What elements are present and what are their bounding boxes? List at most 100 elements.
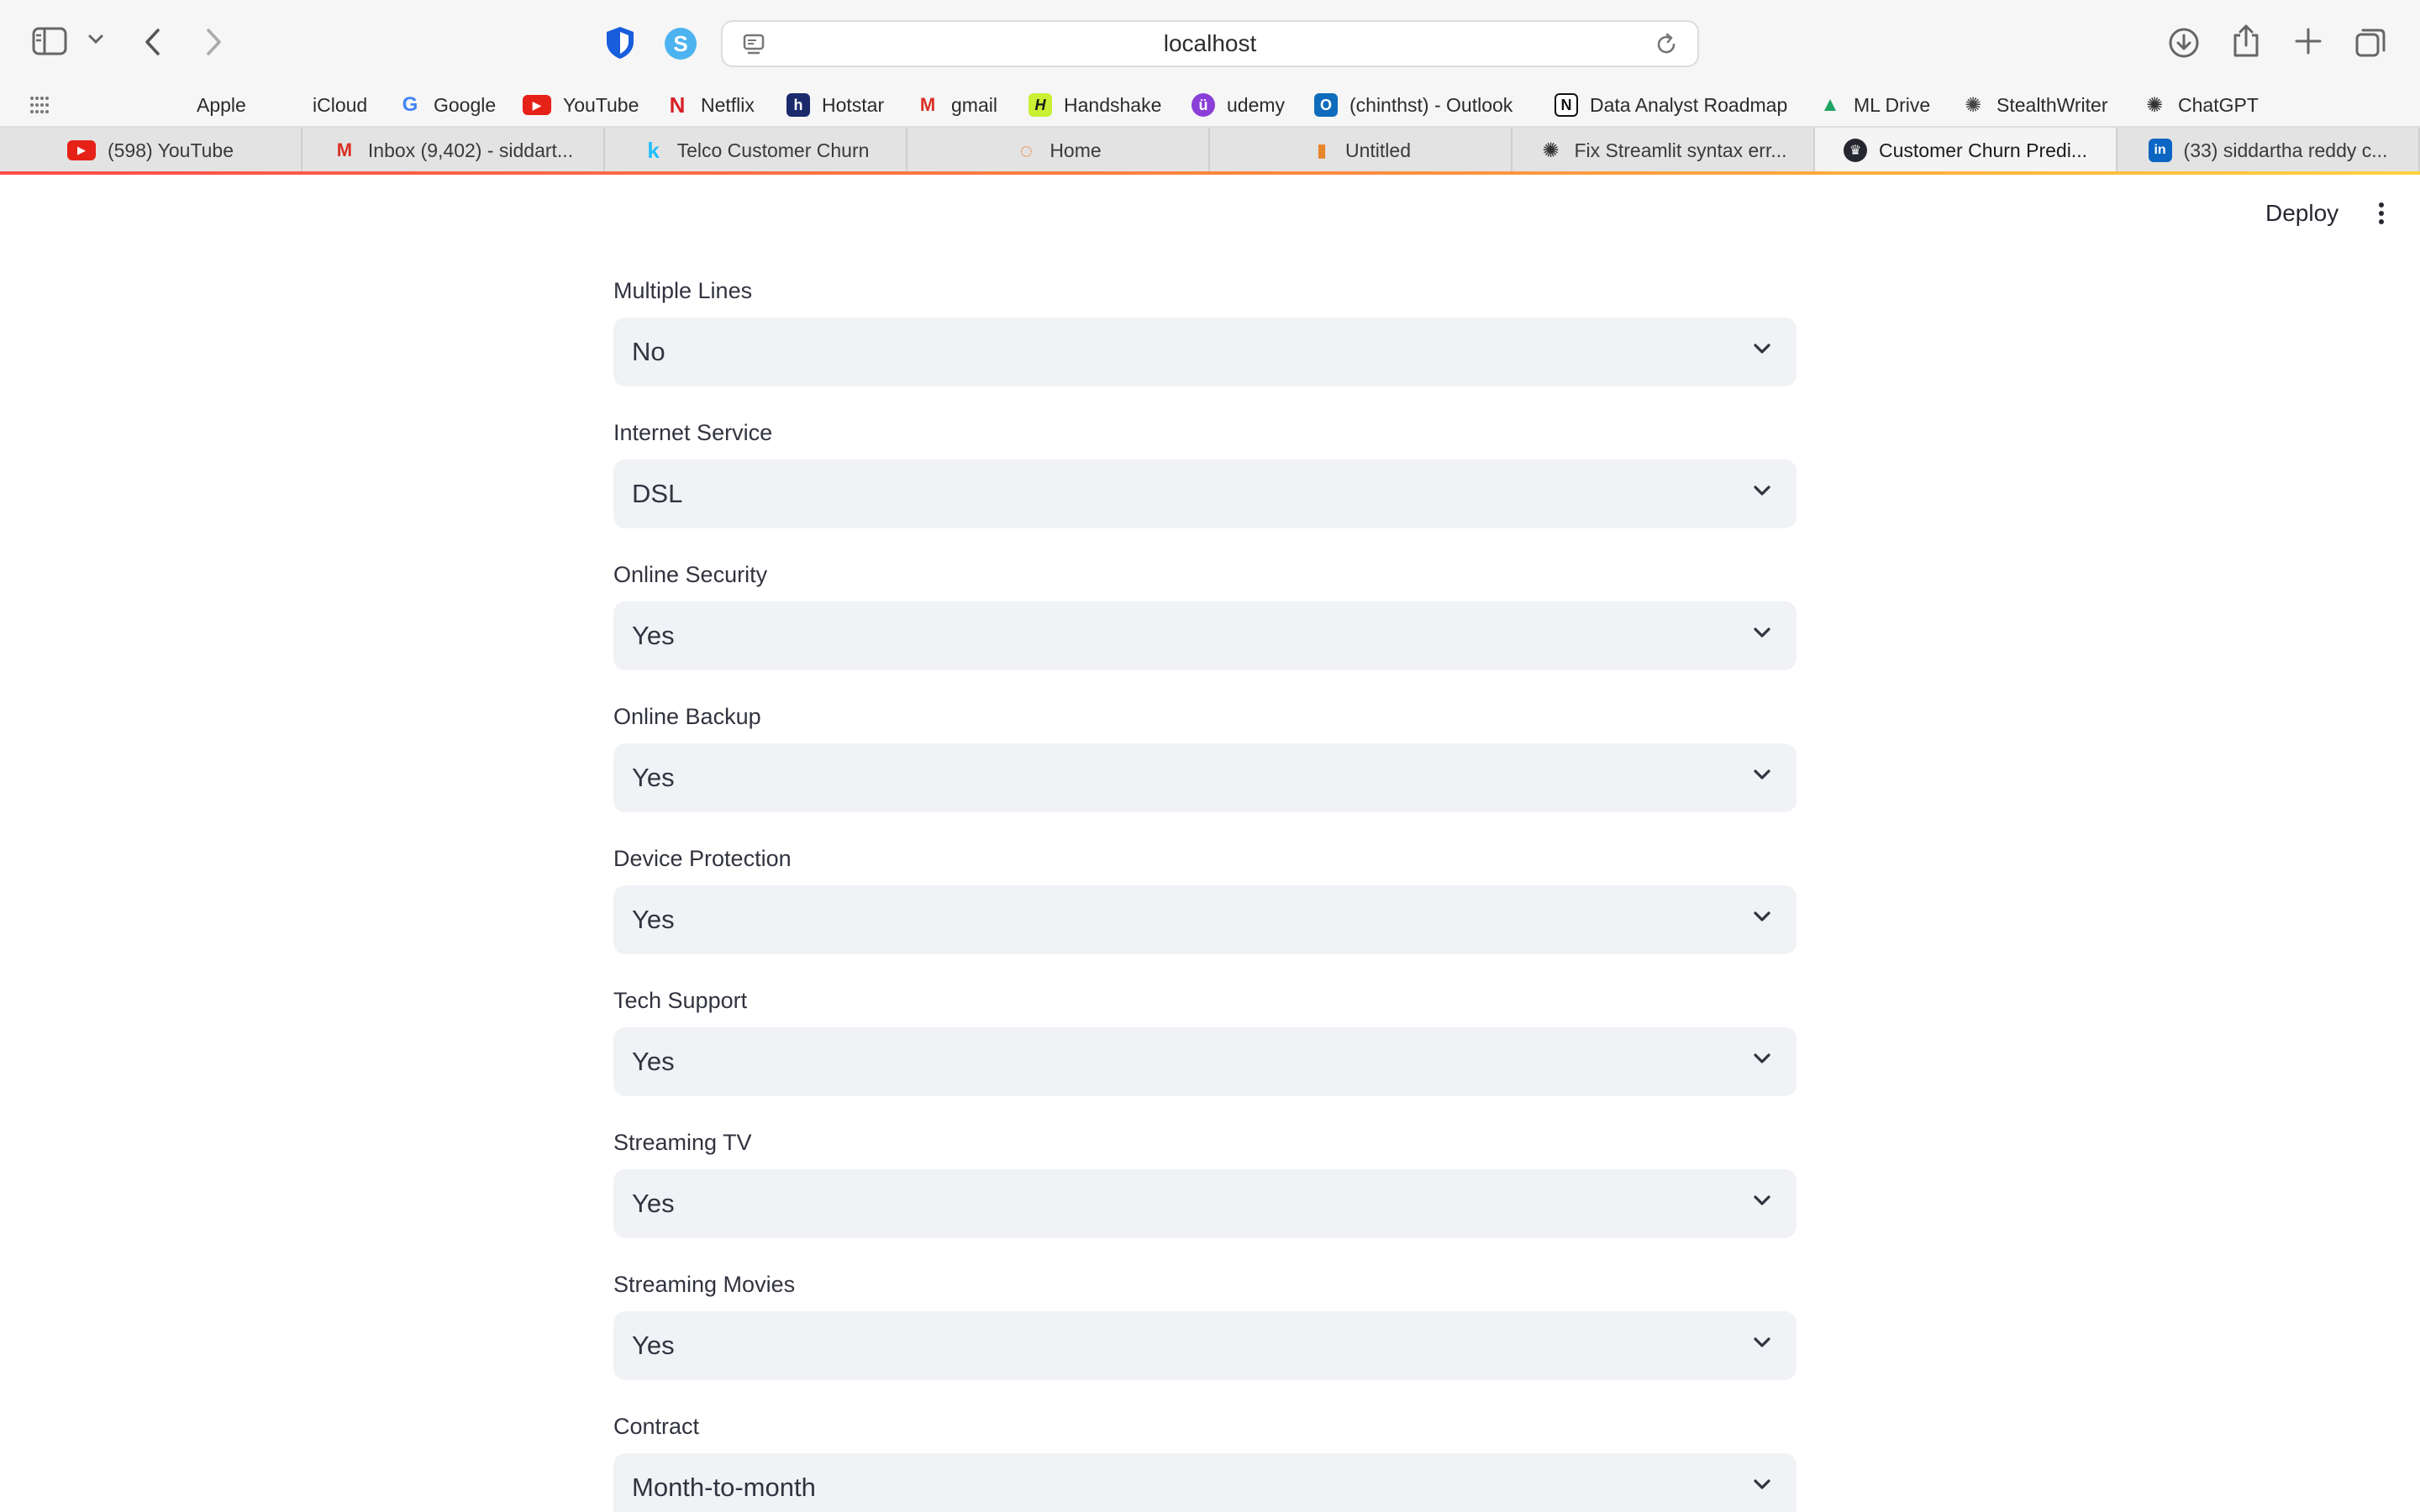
chevron-down-icon	[1754, 1337, 1770, 1347]
field-label: Streaming Movies	[613, 1272, 796, 1297]
address-bar[interactable]: localhost	[721, 20, 1699, 67]
bookmark-stealthwriter[interactable]: ✺ StealthWriter	[1961, 84, 2108, 126]
kaggle-icon: k	[647, 137, 660, 163]
back-icon[interactable]	[143, 27, 163, 57]
bookmark-data-analyst-roadmap[interactable]: N Data Analyst Roadmap	[1555, 84, 1787, 126]
outlook-icon: O	[1314, 93, 1338, 117]
bookmark-apple[interactable]: Apple	[161, 84, 246, 126]
deploy-button[interactable]: Deploy	[2252, 195, 2352, 232]
bookmark-udemy[interactable]: ü udemy	[1192, 84, 1285, 126]
customer-input-form: Multiple Lines No Internet Service DSL O…	[613, 274, 1797, 1512]
field-contract: Contract Month-to-month	[613, 1410, 1797, 1512]
selected-value: DSL	[632, 479, 683, 508]
selected-value: Yes	[632, 763, 675, 792]
tab-linkedin[interactable]: in (33) siddartha reddy c...	[2118, 128, 2420, 173]
field-internet-service: Internet Service DSL	[613, 416, 1797, 558]
google-icon: G	[402, 93, 418, 116]
bookmark-label: (chinthst) - Outlook	[1349, 93, 1513, 116]
tab-gmail-inbox[interactable]: M Inbox (9,402) - siddart...	[302, 128, 605, 173]
bookmark-label: YouTube	[563, 93, 639, 116]
field-device-protection: Device Protection Yes	[613, 842, 1797, 984]
chevron-down-icon	[1754, 1053, 1770, 1063]
bookmark-outlook[interactable]: O (chinthst) - Outlook	[1314, 84, 1512, 126]
tab-label: Customer Churn Predi...	[1879, 139, 2087, 161]
streaming-movies-select[interactable]: Yes	[613, 1311, 1797, 1380]
multiple-lines-select[interactable]: No	[613, 318, 1797, 386]
linkedin-icon: in	[2148, 139, 2172, 162]
svg-text:S: S	[673, 31, 687, 56]
field-tech-support: Tech Support Yes	[613, 984, 1797, 1126]
notebook-icon: ▮	[1316, 139, 1328, 160]
contract-select[interactable]: Month-to-month	[613, 1453, 1797, 1512]
bookmark-label: Data Analyst Roadmap	[1590, 93, 1788, 116]
bookmark-icloud[interactable]: iCloud	[277, 84, 367, 126]
share-icon[interactable]	[2232, 24, 2260, 59]
bookmark-label: Google	[434, 93, 497, 116]
stealthwriter-icon: ✺	[1964, 93, 1982, 117]
bitwarden-extension-icon[interactable]	[603, 25, 637, 60]
bookmarks-bar: Apple iCloud G Google ▶ YouTube N Netflix h…	[0, 84, 2420, 128]
s-extension-icon[interactable]: S	[664, 27, 697, 60]
bookmark-ml-drive[interactable]: ▲ ML Drive	[1818, 84, 1930, 126]
apple-icon	[277, 93, 301, 117]
gmail-icon: M	[336, 139, 353, 160]
field-multiple-lines: Multiple Lines No	[613, 274, 1797, 416]
bookmark-gmail[interactable]: Mgmail	[916, 84, 997, 126]
tab-fix-streamlit[interactable]: ✺ Fix Streamlit syntax err...	[1512, 128, 1815, 173]
streaming-tv-select[interactable]: Yes	[613, 1169, 1797, 1238]
notion-icon: N	[1555, 93, 1578, 117]
field-streaming-tv: Streaming TV Yes	[613, 1126, 1797, 1268]
tab-overview-icon[interactable]	[2354, 27, 2386, 59]
tab-telco-customer-churn[interactable]: k Telco Customer Churn	[605, 128, 908, 173]
reload-icon[interactable]	[1654, 32, 1679, 61]
tab-label: Inbox (9,402) - siddart...	[367, 139, 574, 161]
tech-support-select[interactable]: Yes	[613, 1027, 1797, 1096]
tab-youtube[interactable]: ▶ (598) YouTube	[0, 128, 302, 173]
field-online-security: Online Security Yes	[613, 558, 1797, 700]
device-protection-select[interactable]: Yes	[613, 885, 1797, 954]
bookmark-handshake[interactable]: H Handshake	[1028, 84, 1161, 126]
field-label: Multiple Lines	[613, 278, 753, 303]
tab-groups-chevron-down-icon[interactable]	[87, 34, 104, 45]
chevron-down-icon	[1754, 486, 1770, 496]
bookmark-google[interactable]: G Google	[398, 84, 497, 126]
google-drive-icon: ▲	[1820, 93, 1840, 116]
main-menu-icon[interactable]	[2366, 198, 2396, 228]
tab-home[interactable]: ◌ Home	[908, 128, 1210, 173]
tab-untitled[interactable]: ▮ Untitled	[1210, 128, 1512, 173]
chevron-down-icon	[1754, 911, 1770, 921]
sidebar-toggle-icon[interactable]	[32, 27, 67, 55]
bookmark-chatgpt[interactable]: ✺ ChatGPT	[2143, 84, 2259, 126]
field-online-backup: Online Backup Yes	[613, 700, 1797, 842]
apple-icon	[161, 93, 185, 117]
bookmark-label: iCloud	[313, 93, 368, 116]
bookmark-hotstar[interactable]: h Hotstar	[786, 84, 884, 126]
gmail-icon: M	[919, 94, 936, 115]
forward-icon[interactable]	[203, 27, 224, 57]
apps-grid-icon[interactable]	[29, 94, 50, 116]
udemy-icon: ü	[1192, 93, 1215, 117]
tab-label: Home	[1050, 139, 1102, 161]
field-label: Online Backup	[613, 704, 761, 729]
tab-customer-churn-prediction[interactable]: ♛ Customer Churn Predi...	[1815, 128, 2118, 173]
chatgpt-icon: ✺	[2145, 93, 2164, 117]
bookmark-label: ML Drive	[1854, 93, 1931, 116]
bookmark-label: gmail	[951, 93, 997, 116]
tab-label: (33) siddartha reddy c...	[2183, 139, 2388, 161]
selected-value: Yes	[632, 1047, 675, 1076]
chevron-down-icon	[1754, 344, 1770, 354]
bookmark-youtube[interactable]: ▶ YouTube	[523, 84, 639, 126]
online-backup-select[interactable]: Yes	[613, 743, 1797, 812]
field-label: Streaming TV	[613, 1130, 752, 1155]
tab-label: Untitled	[1345, 139, 1411, 161]
internet-service-select[interactable]: DSL	[613, 459, 1797, 528]
new-tab-plus-icon[interactable]	[2294, 27, 2323, 55]
online-security-select[interactable]: Yes	[613, 601, 1797, 670]
downloads-icon[interactable]	[2168, 27, 2200, 59]
tab-label: (598) YouTube	[107, 139, 234, 161]
chatgpt-icon: ✺	[1542, 139, 1560, 162]
bookmark-netflix[interactable]: N Netflix	[666, 84, 755, 126]
bookmark-label: Apple	[197, 93, 246, 116]
chevron-down-icon	[1754, 1479, 1770, 1489]
bookmark-label: Netflix	[701, 93, 755, 116]
